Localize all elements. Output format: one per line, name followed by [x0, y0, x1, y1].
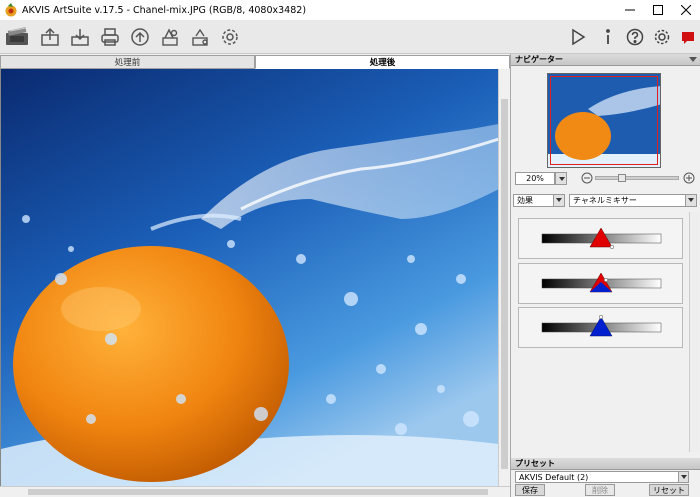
settings-gear-icon[interactable]	[650, 25, 674, 49]
zoom-dropdown-button[interactable]	[555, 172, 567, 185]
zoom-in-icon[interactable]	[683, 172, 695, 184]
tab-before[interactable]: 処理前	[0, 55, 255, 69]
info-icon[interactable]	[596, 25, 620, 49]
collapse-chevron-icon[interactable]	[689, 57, 697, 63]
save-file-icon[interactable]	[68, 25, 92, 49]
zoom-slider[interactable]	[595, 174, 679, 182]
maximize-button[interactable]	[644, 0, 672, 20]
green-channel-mixer[interactable]	[518, 263, 683, 304]
artsuite-logo-icon	[4, 25, 32, 49]
effect-category-select[interactable]: 効果	[513, 194, 565, 207]
zoom-out-icon[interactable]	[581, 172, 593, 184]
preset-select[interactable]: AKVIS Default (2)	[515, 471, 689, 483]
minimize-button[interactable]	[616, 0, 644, 20]
delete-preset-button[interactable]: 削除	[585, 484, 615, 496]
export-icon[interactable]	[188, 25, 212, 49]
settings-panel: ナビゲーター 20% 効果 チャネルミキサー プリセット AKVIS Defau…	[510, 54, 700, 497]
help-icon[interactable]	[623, 25, 647, 49]
effect-select[interactable]: チャネルミキサー	[569, 194, 697, 207]
save-preset-button[interactable]: 保存	[515, 484, 545, 496]
zoom-slider-knob[interactable]	[618, 174, 626, 182]
open-file-icon[interactable]	[38, 25, 62, 49]
canvas-vertical-scrollbar[interactable]	[498, 69, 510, 486]
share-icon[interactable]	[128, 25, 152, 49]
view-tabs: 処理前 処理後	[0, 55, 510, 69]
blue-channel-mixer[interactable]	[518, 307, 683, 348]
red-channel-mixer[interactable]	[518, 218, 683, 259]
close-button[interactable]	[672, 0, 700, 20]
reset-preset-button[interactable]: リセット	[649, 484, 689, 496]
window-title: AKVIS ArtSuite v.17.5 - Chanel-mix.JPG (…	[22, 4, 307, 16]
tab-after[interactable]: 処理後	[255, 55, 510, 69]
toolbar	[0, 20, 700, 54]
run-play-icon[interactable]	[566, 25, 590, 49]
print-icon[interactable]	[98, 25, 122, 49]
preferences-gear-icon[interactable]	[218, 25, 242, 49]
navigator-header: ナビゲーター	[511, 54, 700, 66]
zoom-level-field[interactable]: 20%	[515, 172, 555, 185]
batch-process-icon[interactable]	[158, 25, 182, 49]
settings-scrollbar[interactable]	[689, 212, 699, 452]
title-bar: AKVIS ArtSuite v.17.5 - Chanel-mix.JPG (…	[0, 0, 700, 20]
navigator-view-rect[interactable]	[550, 76, 658, 165]
canvas-horizontal-scrollbar[interactable]	[0, 486, 510, 497]
navigator-preview[interactable]	[547, 73, 661, 168]
preset-header: プリセット	[511, 458, 700, 470]
orange-splash-image	[1, 69, 498, 486]
feedback-icon[interactable]	[676, 25, 700, 49]
image-canvas[interactable]	[0, 69, 498, 486]
app-logo-icon	[5, 3, 17, 17]
